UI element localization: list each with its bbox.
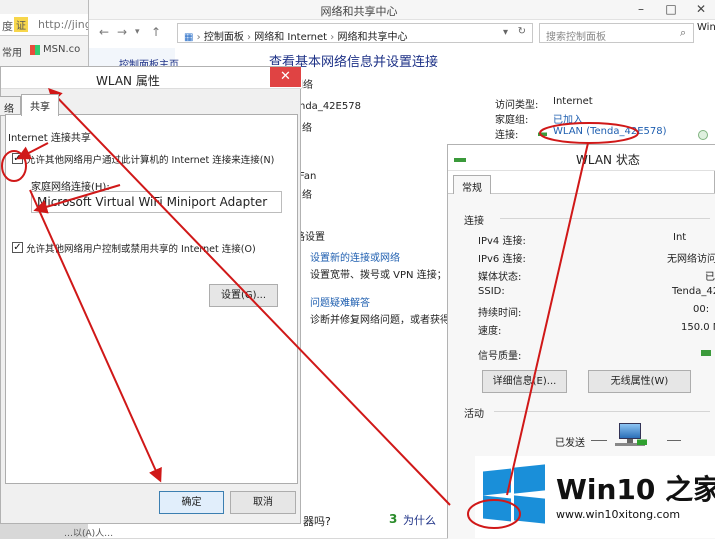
breadcrumb-item[interactable]: 网络和共享中心 xyxy=(337,32,407,43)
bookmarks-bar: 常用 MSN.co xyxy=(0,40,100,60)
homegroup-label: 家庭组: xyxy=(495,115,529,126)
allow-share-checkbox[interactable]: ✓ xyxy=(12,153,23,164)
access-type-value: Internet xyxy=(553,96,593,107)
props-titlebar: WLAN 属性 ✕ xyxy=(1,67,302,89)
refresh-edge-icon xyxy=(698,130,708,140)
divider xyxy=(494,411,710,412)
tab-sharing[interactable]: 共享 xyxy=(21,94,59,116)
sharing-panel: Internet 连接共享 ✓ 允许其他网络用户通过此计算机的 Internet… xyxy=(5,114,298,484)
signal-bars-icon xyxy=(701,344,711,356)
browser-window-fragment: 度 证 http://jingy 常用 MSN.co xyxy=(0,0,100,70)
windows-logo-icon xyxy=(483,464,545,524)
duration-value: 00: xyxy=(693,304,710,315)
ok-button[interactable]: 确定 xyxy=(159,491,224,514)
troubleshoot-desc: 诊断并修复网络问题，或者获得疑 xyxy=(310,315,460,326)
tab-general[interactable]: 常规 xyxy=(453,175,491,194)
allow-control-checkbox[interactable]: ✓ xyxy=(12,242,23,253)
access-type-label: 访问类型: xyxy=(495,100,539,111)
network-computer-icon xyxy=(615,423,647,449)
tab-network[interactable]: 络 xyxy=(0,96,21,116)
forward-icon[interactable]: → xyxy=(117,25,127,39)
cancel-button[interactable]: 取消 xyxy=(230,491,296,514)
status-titlebar: WLAN 状态 xyxy=(448,145,715,171)
troubleshoot-link[interactable]: 问题疑难解答 xyxy=(310,294,370,309)
wifi-signal-icon xyxy=(454,153,466,162)
ssid-label: SSID: xyxy=(478,286,505,297)
tab-general-label: 常规 xyxy=(462,183,482,194)
network-1-type: 络 xyxy=(302,123,312,134)
close-icon[interactable]: ✕ xyxy=(270,67,301,87)
browser-address-row[interactable]: 度 证 http://jingy xyxy=(0,14,100,36)
search-icon: ⌕ xyxy=(680,26,687,39)
home-network-select[interactable]: Microsoft Virtual WiFi Miniport Adapter xyxy=(31,191,282,213)
sent-dash xyxy=(591,440,607,441)
bookmark-common[interactable]: 常用 xyxy=(2,44,22,59)
wlan-properties-dialog: WLAN 属性 ✕ 络 共享 Internet 连接共享 ✓ 允许其他网络用户通… xyxy=(0,66,302,524)
wifi-signal-icon xyxy=(538,127,547,136)
nsc-title: 网络和共享中心 xyxy=(320,5,398,18)
browser-lead-text: 度 xyxy=(2,20,13,33)
details-button[interactable]: 详细信息(E)... xyxy=(482,370,567,393)
ssid-value: Tenda_42 xyxy=(672,286,715,297)
network-1-name: nda_42E578 xyxy=(299,101,361,112)
connection-section-label: 连接 xyxy=(464,216,484,227)
tab-sharing-label: 共享 xyxy=(30,102,50,113)
up-icon[interactable]: ↑ xyxy=(151,25,161,39)
duration-label: 持续时间: xyxy=(478,308,522,319)
watermark-brand: Win10 之家 xyxy=(556,473,715,506)
breadcrumb[interactable]: ▦ › 控制面板 › 网络和 Internet › 网络和共享中心 ▾ ↻ xyxy=(177,23,533,43)
bottom-question-fragment: 器吗? xyxy=(303,515,331,528)
nsc-navbar: ← → ▾ ↑ ▦ › 控制面板 › 网络和 Internet › 网络和共享中… xyxy=(95,22,707,44)
wlan-connection-link[interactable]: WLAN (Tenda_42E578) xyxy=(553,126,667,137)
ipv6-value: 无网络访问 xyxy=(667,254,715,265)
activity-section-label: 活动 xyxy=(464,409,484,420)
connection-label: 连接: xyxy=(495,130,519,141)
bottom-number: 3 xyxy=(389,512,398,526)
ipv6-label: IPv6 连接: xyxy=(478,254,526,265)
props-title: WLAN 属性 xyxy=(96,74,160,88)
setup-connection-desc: 设置宽带、拨号或 VPN 连接；或 xyxy=(310,270,457,281)
speed-label: 速度: xyxy=(478,326,502,337)
allow-share-label: 允许其他网络用户通过此计算机的 Internet 连接来连接(N) xyxy=(26,155,275,166)
bottom-why-link[interactable]: 为什么 xyxy=(403,512,436,528)
media-state-label: 媒体状态: xyxy=(478,272,522,283)
signal-quality-label: 信号质量: xyxy=(478,351,522,362)
right-edge-fragment: Win xyxy=(697,22,715,33)
close-icon[interactable]: ✕ xyxy=(686,0,715,20)
breadcrumb-item[interactable]: 网络和 Internet xyxy=(254,32,327,43)
bookmark-msn[interactable]: MSN.co xyxy=(43,44,80,55)
speed-value: 150.0 M xyxy=(681,322,715,333)
network-2-name: Fan xyxy=(299,171,317,182)
maximize-button[interactable]: □ xyxy=(656,0,686,20)
ipv4-label: IPv4 连接: xyxy=(478,236,526,247)
sent-label: 已发送 xyxy=(555,438,585,449)
back-icon[interactable]: ← xyxy=(99,25,109,39)
settings-button[interactable]: 设置(G)... xyxy=(209,284,278,307)
allow-control-label: 允许其他网络用户控制或禁用共享的 Internet 连接(O) xyxy=(26,244,256,255)
divider xyxy=(500,218,710,219)
network-2-type: 络 xyxy=(302,190,312,201)
received-dash xyxy=(667,440,681,441)
site-watermark: Win10 之家 www.win10xitong.com xyxy=(475,456,715,538)
media-state-value: 已 xyxy=(705,272,715,283)
background-text-fragment: …以(A)人… xyxy=(64,529,114,539)
cert-badge[interactable]: 证 xyxy=(14,17,28,32)
refresh-icon[interactable]: ↻ xyxy=(518,26,526,37)
watermark-url: www.win10xitong.com xyxy=(556,508,681,521)
msn-icon xyxy=(30,45,40,55)
nsc-titlebar: 网络和共享中心 – □ ✕ xyxy=(89,0,715,20)
setup-connection-link[interactable]: 设置新的连接或网络 xyxy=(310,249,400,264)
breadcrumb-root-icon: ▦ xyxy=(184,32,194,43)
breadcrumb-item[interactable]: 控制面板 xyxy=(204,32,244,43)
ics-group-label: Internet 连接共享 xyxy=(8,133,91,144)
homegroup-link[interactable]: 已加入 xyxy=(553,111,583,126)
minimize-button[interactable]: – xyxy=(626,0,656,20)
wireless-properties-button[interactable]: 无线属性(W) xyxy=(588,370,691,393)
chevron-down-icon[interactable]: ▾ xyxy=(503,27,508,38)
ipv4-value: Int xyxy=(673,232,687,243)
status-title: WLAN 状态 xyxy=(576,153,640,167)
recent-dropdown-icon[interactable]: ▾ xyxy=(135,27,140,37)
search-input[interactable]: 搜索控制面板 xyxy=(539,23,694,43)
